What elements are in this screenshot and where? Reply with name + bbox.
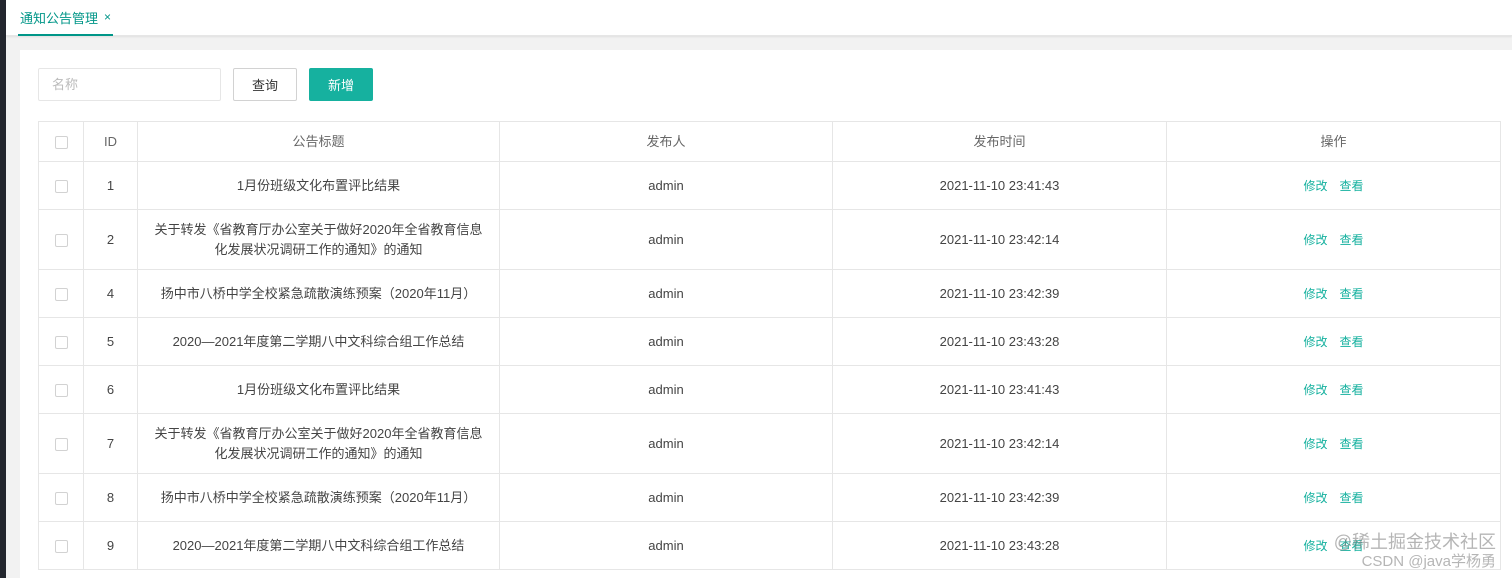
- cell-title: 2020—2021年度第二学期八中文科综合组工作总结: [137, 317, 500, 366]
- query-button[interactable]: 查询: [233, 68, 297, 101]
- cell-time: 2021-11-10 23:42:14: [832, 209, 1167, 270]
- cell-id: 1: [83, 161, 138, 210]
- table-row: 2 关于转发《省教育厅办公室关于做好2020年全省教育信息化发展状况调研工作的通知…: [38, 209, 1501, 270]
- edit-link[interactable]: 修改: [1303, 491, 1327, 505]
- cell-actions: 修改 查看: [1166, 521, 1501, 570]
- cell-publisher: admin: [499, 521, 833, 570]
- column-header-publisher: 发布人: [499, 121, 833, 162]
- cell-time: 2021-11-10 23:43:28: [832, 521, 1167, 570]
- row-checkbox[interactable]: [54, 233, 68, 247]
- row-checkbox[interactable]: [54, 335, 68, 349]
- row-checkbox[interactable]: [54, 437, 68, 451]
- column-header-id: ID: [83, 121, 138, 162]
- edit-link[interactable]: 修改: [1303, 383, 1327, 397]
- tab-bar: 通知公告管理 ×: [6, 0, 1512, 36]
- table-row: 7 关于转发《省教育厅办公室关于做好2020年全省教育信息化发展状况调研工作的通知…: [38, 413, 1501, 474]
- cell-time: 2021-11-10 23:42:14: [832, 413, 1167, 474]
- cell-title: 1月份班级文化布置评比结果: [137, 365, 500, 414]
- cell-actions: 修改 查看: [1166, 269, 1501, 318]
- table-row: 6 1月份班级文化布置评比结果 admin 2021-11-10 23:41:43 修改…: [38, 365, 1501, 414]
- cell-id: 9: [83, 521, 138, 570]
- view-link[interactable]: 查看: [1340, 287, 1364, 301]
- cell-id: 7: [83, 413, 138, 474]
- row-select-cell: [38, 317, 84, 366]
- row-select-cell: [38, 161, 84, 210]
- cell-title: 关于转发《省教育厅办公室关于做好2020年全省教育信息化发展状况调研工作的通知》…: [137, 209, 500, 270]
- tab-notice-management[interactable]: 通知公告管理 ×: [18, 0, 114, 36]
- add-button[interactable]: 新增: [309, 68, 373, 101]
- main-content: 查询 新增 ID 公告标题 发布人 发布时间 操作 11月份班级文化布置评比结果…: [20, 50, 1512, 578]
- cell-publisher: admin: [499, 161, 833, 210]
- row-checkbox[interactable]: [54, 287, 68, 301]
- table-row: 5 2020—2021年度第二学期八中文科综合组工作总结 admin 2021-11-…: [38, 317, 1501, 366]
- cell-id: 4: [83, 269, 138, 318]
- row-select-cell: [38, 209, 84, 270]
- close-icon[interactable]: ×: [104, 10, 111, 24]
- column-header-actions: 操作: [1166, 121, 1501, 162]
- left-sidebar-edge: [0, 0, 6, 578]
- cell-time: 2021-11-10 23:43:28: [832, 317, 1167, 366]
- row-checkbox[interactable]: [54, 539, 68, 553]
- cell-title: 关于转发《省教育厅办公室关于做好2020年全省教育信息化发展状况调研工作的通知》…: [137, 413, 500, 474]
- cell-publisher: admin: [499, 317, 833, 366]
- cell-id: 8: [83, 473, 138, 522]
- view-link[interactable]: 查看: [1340, 437, 1364, 451]
- view-link[interactable]: 查看: [1340, 539, 1364, 553]
- view-link[interactable]: 查看: [1340, 233, 1364, 247]
- cell-id: 5: [83, 317, 138, 366]
- edit-link[interactable]: 修改: [1303, 233, 1327, 247]
- table-row: 8 扬中市八桥中学全校紧急疏散演练预案（2020年11月） admin 2021-11…: [38, 473, 1501, 522]
- row-checkbox[interactable]: [54, 383, 68, 397]
- cell-publisher: admin: [499, 269, 833, 318]
- cell-publisher: admin: [499, 473, 833, 522]
- view-link[interactable]: 查看: [1340, 383, 1364, 397]
- column-header-time: 发布时间: [832, 121, 1167, 162]
- select-all-checkbox[interactable]: [54, 135, 68, 149]
- table-row: 4 扬中市八桥中学全校紧急疏散演练预案（2020年11月） admin 2021-11…: [38, 269, 1501, 318]
- edit-link[interactable]: 修改: [1303, 539, 1327, 553]
- cell-title: 扬中市八桥中学全校紧急疏散演练预案（2020年11月）: [137, 473, 500, 522]
- cell-actions: 修改 查看: [1166, 209, 1501, 270]
- view-link[interactable]: 查看: [1340, 335, 1364, 349]
- cell-publisher: admin: [499, 209, 833, 270]
- row-select-cell: [38, 473, 84, 522]
- edit-link[interactable]: 修改: [1303, 335, 1327, 349]
- cell-publisher: admin: [499, 413, 833, 474]
- row-select-cell: [38, 521, 84, 570]
- edit-link[interactable]: 修改: [1303, 179, 1327, 193]
- row-checkbox[interactable]: [54, 179, 68, 193]
- cell-actions: 修改 查看: [1166, 473, 1501, 522]
- table-header-row: ID 公告标题 发布人 发布时间 操作: [38, 121, 1501, 162]
- cell-title: 2020—2021年度第二学期八中文科综合组工作总结: [137, 521, 500, 570]
- row-select-cell: [38, 269, 84, 318]
- cell-id: 2: [83, 209, 138, 270]
- cell-time: 2021-11-10 23:41:43: [832, 365, 1167, 414]
- cell-time: 2021-11-10 23:42:39: [832, 473, 1167, 522]
- view-link[interactable]: 查看: [1340, 491, 1364, 505]
- cell-time: 2021-11-10 23:41:43: [832, 161, 1167, 210]
- edit-link[interactable]: 修改: [1303, 437, 1327, 451]
- name-search-input[interactable]: [38, 68, 221, 101]
- select-all-cell: [38, 121, 84, 162]
- row-select-cell: [38, 365, 84, 414]
- table-row: 1 1月份班级文化布置评比结果 admin 2021-11-10 23:41:43 修改…: [38, 161, 1501, 210]
- cell-actions: 修改 查看: [1166, 413, 1501, 474]
- edit-link[interactable]: 修改: [1303, 287, 1327, 301]
- column-header-title: 公告标题: [137, 121, 500, 162]
- cell-time: 2021-11-10 23:42:39: [832, 269, 1167, 318]
- cell-title: 1月份班级文化布置评比结果: [137, 161, 500, 210]
- cell-actions: 修改 查看: [1166, 365, 1501, 414]
- cell-title: 扬中市八桥中学全校紧急疏散演练预案（2020年11月）: [137, 269, 500, 318]
- row-checkbox[interactable]: [54, 491, 68, 505]
- cell-actions: 修改 查看: [1166, 161, 1501, 210]
- tab-label: 通知公告管理: [20, 10, 99, 26]
- cell-id: 6: [83, 365, 138, 414]
- cell-publisher: admin: [499, 365, 833, 414]
- table-row: 9 2020—2021年度第二学期八中文科综合组工作总结 admin 2021-11-…: [38, 521, 1501, 570]
- view-link[interactable]: 查看: [1340, 179, 1364, 193]
- notice-table: ID 公告标题 发布人 发布时间 操作 1 1月份班级文化布置评比结果 admin 2…: [38, 121, 1501, 570]
- row-select-cell: [38, 413, 84, 474]
- cell-actions: 修改 查看: [1166, 317, 1501, 366]
